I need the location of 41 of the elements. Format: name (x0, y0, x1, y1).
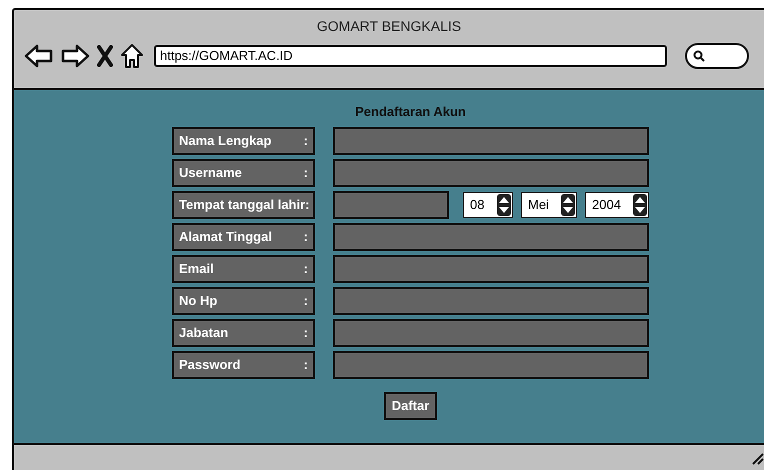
label-colon: : (304, 292, 308, 310)
label-text: Tempat tanggal lahir (179, 196, 306, 214)
label-text: Jabatan (179, 324, 228, 342)
back-arrow-icon[interactable] (24, 44, 54, 68)
form-title: Pendaftaran Akun (355, 103, 466, 121)
home-icon[interactable] (120, 43, 144, 69)
submit-button[interactable]: Daftar (384, 392, 438, 420)
label-text: No Hp (179, 292, 218, 310)
input-field[interactable] (333, 158, 649, 186)
search-icon (693, 50, 705, 62)
address-field[interactable]: https://GOMART.AC.ID (154, 45, 667, 67)
label-colon: : (304, 228, 308, 246)
label-text: Password (179, 356, 240, 374)
resize-grip-icon[interactable] (752, 453, 764, 465)
spinner-field[interactable]: 08 (463, 192, 513, 218)
label-colon: : (304, 132, 308, 150)
label-colon: : (305, 196, 310, 214)
label-text: Nama Lengkap (179, 132, 272, 150)
label-colon: : (304, 324, 308, 342)
input-field[interactable] (333, 126, 649, 154)
window-title: GOMART BENGKALIS (316, 17, 462, 36)
input-field[interactable] (333, 222, 649, 250)
label-text: Username (179, 164, 242, 182)
label-text: Alamat Tinggal (179, 228, 272, 246)
search-field[interactable] (685, 43, 749, 69)
input-field[interactable] (333, 190, 449, 218)
spinner-arrows-icon[interactable] (633, 194, 647, 216)
spinner-arrows-icon[interactable] (497, 194, 511, 216)
label-text: Email (179, 260, 214, 278)
input-field[interactable] (333, 318, 649, 346)
input-field[interactable] (333, 254, 649, 282)
label-colon: : (304, 260, 308, 278)
label-colon: : (304, 164, 308, 182)
close-icon[interactable] (96, 45, 114, 67)
spinner-field[interactable]: Mei (521, 192, 577, 218)
spinner-arrows-icon[interactable] (561, 194, 575, 216)
spinner-field[interactable]: 2004 (585, 192, 649, 218)
input-field[interactable] (333, 286, 649, 314)
label-colon: : (304, 356, 308, 374)
input-field[interactable] (333, 350, 649, 378)
forward-arrow-icon[interactable] (60, 44, 90, 68)
